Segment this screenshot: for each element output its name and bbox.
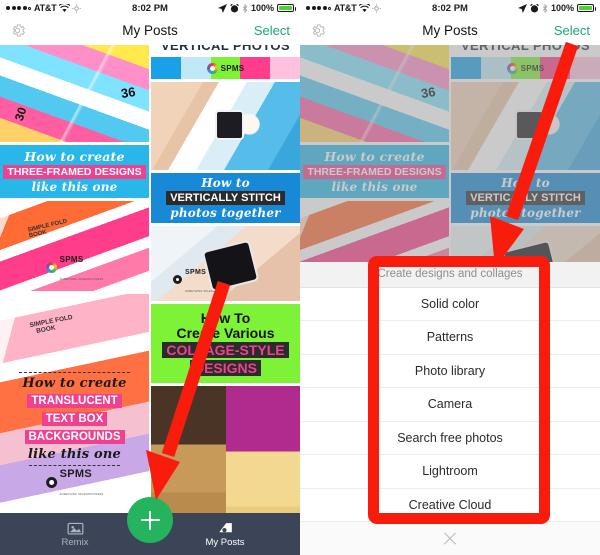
- create-button[interactable]: [127, 497, 173, 543]
- post-card[interactable]: [151, 82, 300, 170]
- battery-percent-label: 100%: [550, 3, 574, 13]
- brand-label: SPMS: [59, 255, 84, 264]
- action-sheet: Create designs and collages Solid color …: [300, 261, 600, 555]
- posts-grid: 36 30 How to create THREE-FRAMED DESIGNS…: [0, 45, 300, 555]
- spms-mark-icon: [45, 476, 57, 488]
- gear-icon[interactable]: [10, 23, 25, 38]
- post-title: VERTICAL PHOTOS: [160, 45, 291, 53]
- status-bar-right: 100%: [517, 3, 596, 13]
- spms-mark-icon: [45, 261, 57, 273]
- brand-label: SPMS: [220, 63, 245, 73]
- post-card[interactable]: VERTICAL PHOTOS SPMS: [451, 45, 600, 79]
- posts-column-right: VERTICAL PHOTOS SPMS How to VERTICALLY S…: [151, 45, 300, 555]
- post-card[interactable]: 36 30: [0, 45, 149, 142]
- spms-logo: SPMS: [206, 63, 245, 74]
- post-line: THREE-FRAMED DESIGNS: [3, 165, 146, 179]
- post-line: VERTICALLY STITCH: [466, 191, 585, 205]
- post-card[interactable]: How to VERTICALLY STITCH photos together: [151, 173, 300, 223]
- brand-label: SPMS: [185, 269, 207, 276]
- post-line: How to create: [24, 149, 125, 164]
- brand-label: SPMS: [520, 63, 545, 73]
- post-line: DESIGNS: [189, 360, 261, 377]
- brand-sub-label: SOMETHING SPLENDID PRESS: [59, 278, 104, 281]
- post-card[interactable]: [451, 82, 600, 170]
- phone-screen-left: AT&T 8:02 PM 100% My Posts Select 36 30 …: [0, 0, 300, 555]
- brand-label: SPMS: [59, 468, 93, 480]
- post-card[interactable]: How to VERTICALLY STITCH photos together: [451, 173, 600, 223]
- close-button[interactable]: [300, 522, 600, 555]
- status-bar: AT&T 8:02 PM 100%: [0, 0, 300, 16]
- post-line: photos together: [170, 206, 281, 220]
- spms-logo: SPMS SOMETHING SPLENDID PRESS: [45, 249, 104, 285]
- alarm-clock-icon: [230, 3, 239, 12]
- spms-logo: SPMS SOMETHING SPLENDID PRESS: [45, 464, 104, 500]
- post-line: How to: [201, 176, 250, 190]
- post-card[interactable]: SIMPLE FOLD BOOK How to create TRANSLUCE…: [0, 294, 149, 530]
- photos-stack-icon: [67, 522, 83, 535]
- post-line: TRANSLUCENT: [27, 394, 122, 408]
- post-line: BACKGROUNDS: [24, 430, 125, 444]
- post-card[interactable]: 36: [300, 45, 449, 142]
- tab-label: Remix: [61, 536, 89, 548]
- post-line: How To: [200, 309, 251, 326]
- post-line: THREE-FRAMED DESIGNS: [303, 165, 446, 179]
- post-line: like this one: [28, 447, 121, 462]
- battery-percent-label: 100%: [250, 3, 274, 13]
- post-line: Create Various: [176, 324, 275, 341]
- bluetooth-icon: [542, 3, 548, 13]
- action-sheet-item-camera[interactable]: Camera: [300, 388, 600, 422]
- post-card[interactable]: How to create THREE-FRAMED DESIGNS like …: [0, 145, 149, 198]
- tab-label: My Posts: [205, 536, 245, 548]
- post-line: like this one: [331, 180, 418, 194]
- brand-sub-label: SOMETHING SPLENDID PRESS: [59, 493, 104, 496]
- spms-logo: SPMS: [506, 63, 545, 74]
- posts-column-left: 36 30 How to create THREE-FRAMED DESIGNS…: [0, 45, 149, 555]
- brand-sub-label: SOMETHING SPLENDID PRESS: [185, 290, 229, 293]
- action-sheet-item-patterns[interactable]: Patterns: [300, 321, 600, 355]
- close-x-icon: [442, 531, 458, 547]
- phone-screen-right: AT&T 8:02 PM 100% My Posts Select 36 How…: [300, 0, 600, 555]
- post-line: like this one: [31, 180, 118, 194]
- bluetooth-icon: [242, 3, 248, 13]
- battery-icon: [577, 4, 596, 12]
- action-sheet-item-photo-library[interactable]: Photo library: [300, 354, 600, 388]
- select-button[interactable]: Select: [254, 23, 290, 38]
- location-arrow-icon: [517, 3, 527, 13]
- post-line: VERTICALLY STITCH: [166, 191, 285, 205]
- alarm-clock-icon: [530, 3, 539, 12]
- action-sheet-item-search-free-photos[interactable]: Search free photos: [300, 421, 600, 455]
- select-button[interactable]: Select: [554, 23, 590, 38]
- spms-mark-icon: [506, 63, 518, 74]
- post-line: How to create: [324, 149, 425, 164]
- status-bar: AT&T 8:02 PM 100%: [300, 0, 600, 16]
- post-card[interactable]: How to create THREE-FRAMED DESIGNS like …: [300, 145, 449, 198]
- nav-bar: My Posts Select: [300, 16, 600, 45]
- post-line: photos together: [470, 206, 581, 220]
- location-arrow-icon: [217, 3, 227, 13]
- post-title: VERTICAL PHOTOS: [460, 45, 591, 53]
- post-line: TEXT BOX: [41, 412, 108, 426]
- post-line: COLLAGE-STYLE: [162, 342, 289, 359]
- posts-icon: [218, 522, 232, 532]
- battery-icon: [277, 4, 296, 12]
- post-card[interactable]: SIMPLE FOLD BOOK SPMS SOMETHING SPLENDID …: [0, 201, 149, 291]
- action-sheet-item-creative-cloud[interactable]: Creative Cloud: [300, 488, 600, 522]
- two-panel-screenshot: AT&T 8:02 PM 100% My Posts Select 36 30 …: [0, 0, 600, 555]
- post-card[interactable]: VERTICAL PHOTOS SPMS: [151, 45, 300, 79]
- action-sheet-item-lightroom[interactable]: Lightroom: [300, 455, 600, 489]
- gear-icon[interactable]: [310, 23, 325, 38]
- spms-logo: SPMS SOMETHING SPLENDID PRESS: [173, 261, 229, 297]
- spms-mark-icon: [206, 63, 218, 74]
- action-sheet-header: Create designs and collages: [300, 261, 600, 288]
- post-card[interactable]: SPMS SOMETHING SPLENDID PRESS: [151, 226, 300, 301]
- post-line: How to create: [22, 376, 127, 391]
- nav-bar: My Posts Select: [0, 16, 300, 45]
- post-card[interactable]: How To Create Various COLLAGE-STYLE DESI…: [151, 304, 300, 383]
- status-bar-right: 100%: [217, 3, 296, 13]
- action-sheet-item-solid-color[interactable]: Solid color: [300, 287, 600, 321]
- post-line: How to: [501, 176, 550, 190]
- spms-mark-icon: [173, 274, 182, 284]
